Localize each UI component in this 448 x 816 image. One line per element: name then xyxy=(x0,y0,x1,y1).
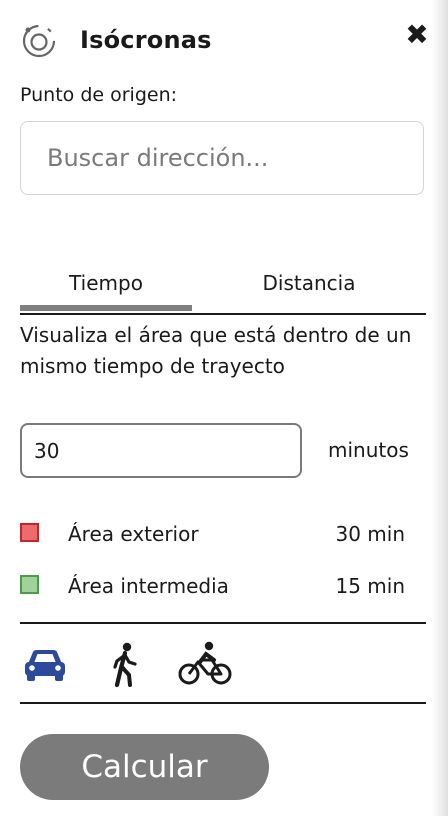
outer-area-swatch xyxy=(20,523,39,542)
tab-description: Visualiza el área que está dentro de un … xyxy=(20,323,412,378)
tab-distance[interactable]: Distancia xyxy=(192,268,426,310)
legend-item-intermediate: Área intermedia 15 min xyxy=(20,572,410,602)
isochrones-panel: Isócronas ✖ Punto de origen: Tiempo Dist… xyxy=(0,0,448,816)
bicycle-icon[interactable] xyxy=(178,640,232,688)
legend-label: Área exterior xyxy=(68,522,199,546)
time-value-input[interactable] xyxy=(20,423,302,478)
mode-tabs: Tiempo Distancia xyxy=(20,268,426,316)
divider xyxy=(20,702,426,704)
walking-person-icon[interactable] xyxy=(108,640,142,688)
calculate-button[interactable]: Calcular xyxy=(20,734,269,800)
address-search-input[interactable] xyxy=(20,121,424,195)
close-icon[interactable]: ✖ xyxy=(402,20,432,50)
time-unit-label: minutos xyxy=(328,438,409,462)
panel-title: Isócronas xyxy=(80,26,212,54)
isochrone-logo-icon xyxy=(22,24,56,58)
legend-value: 30 min xyxy=(335,522,405,546)
intermediate-area-swatch xyxy=(20,575,39,594)
panel-shadow xyxy=(432,0,448,816)
legend-label: Área intermedia xyxy=(68,574,229,598)
car-icon[interactable] xyxy=(22,640,68,688)
panel-header: Isócronas ✖ xyxy=(20,20,432,60)
legend-value: 15 min xyxy=(335,574,405,598)
tabs-divider xyxy=(20,313,426,315)
legend-item-outer: Área exterior 30 min xyxy=(20,520,410,550)
active-tab-indicator xyxy=(20,305,192,311)
origin-label: Punto de origen: xyxy=(20,84,178,106)
tab-time[interactable]: Tiempo xyxy=(20,268,192,310)
divider xyxy=(20,622,426,624)
